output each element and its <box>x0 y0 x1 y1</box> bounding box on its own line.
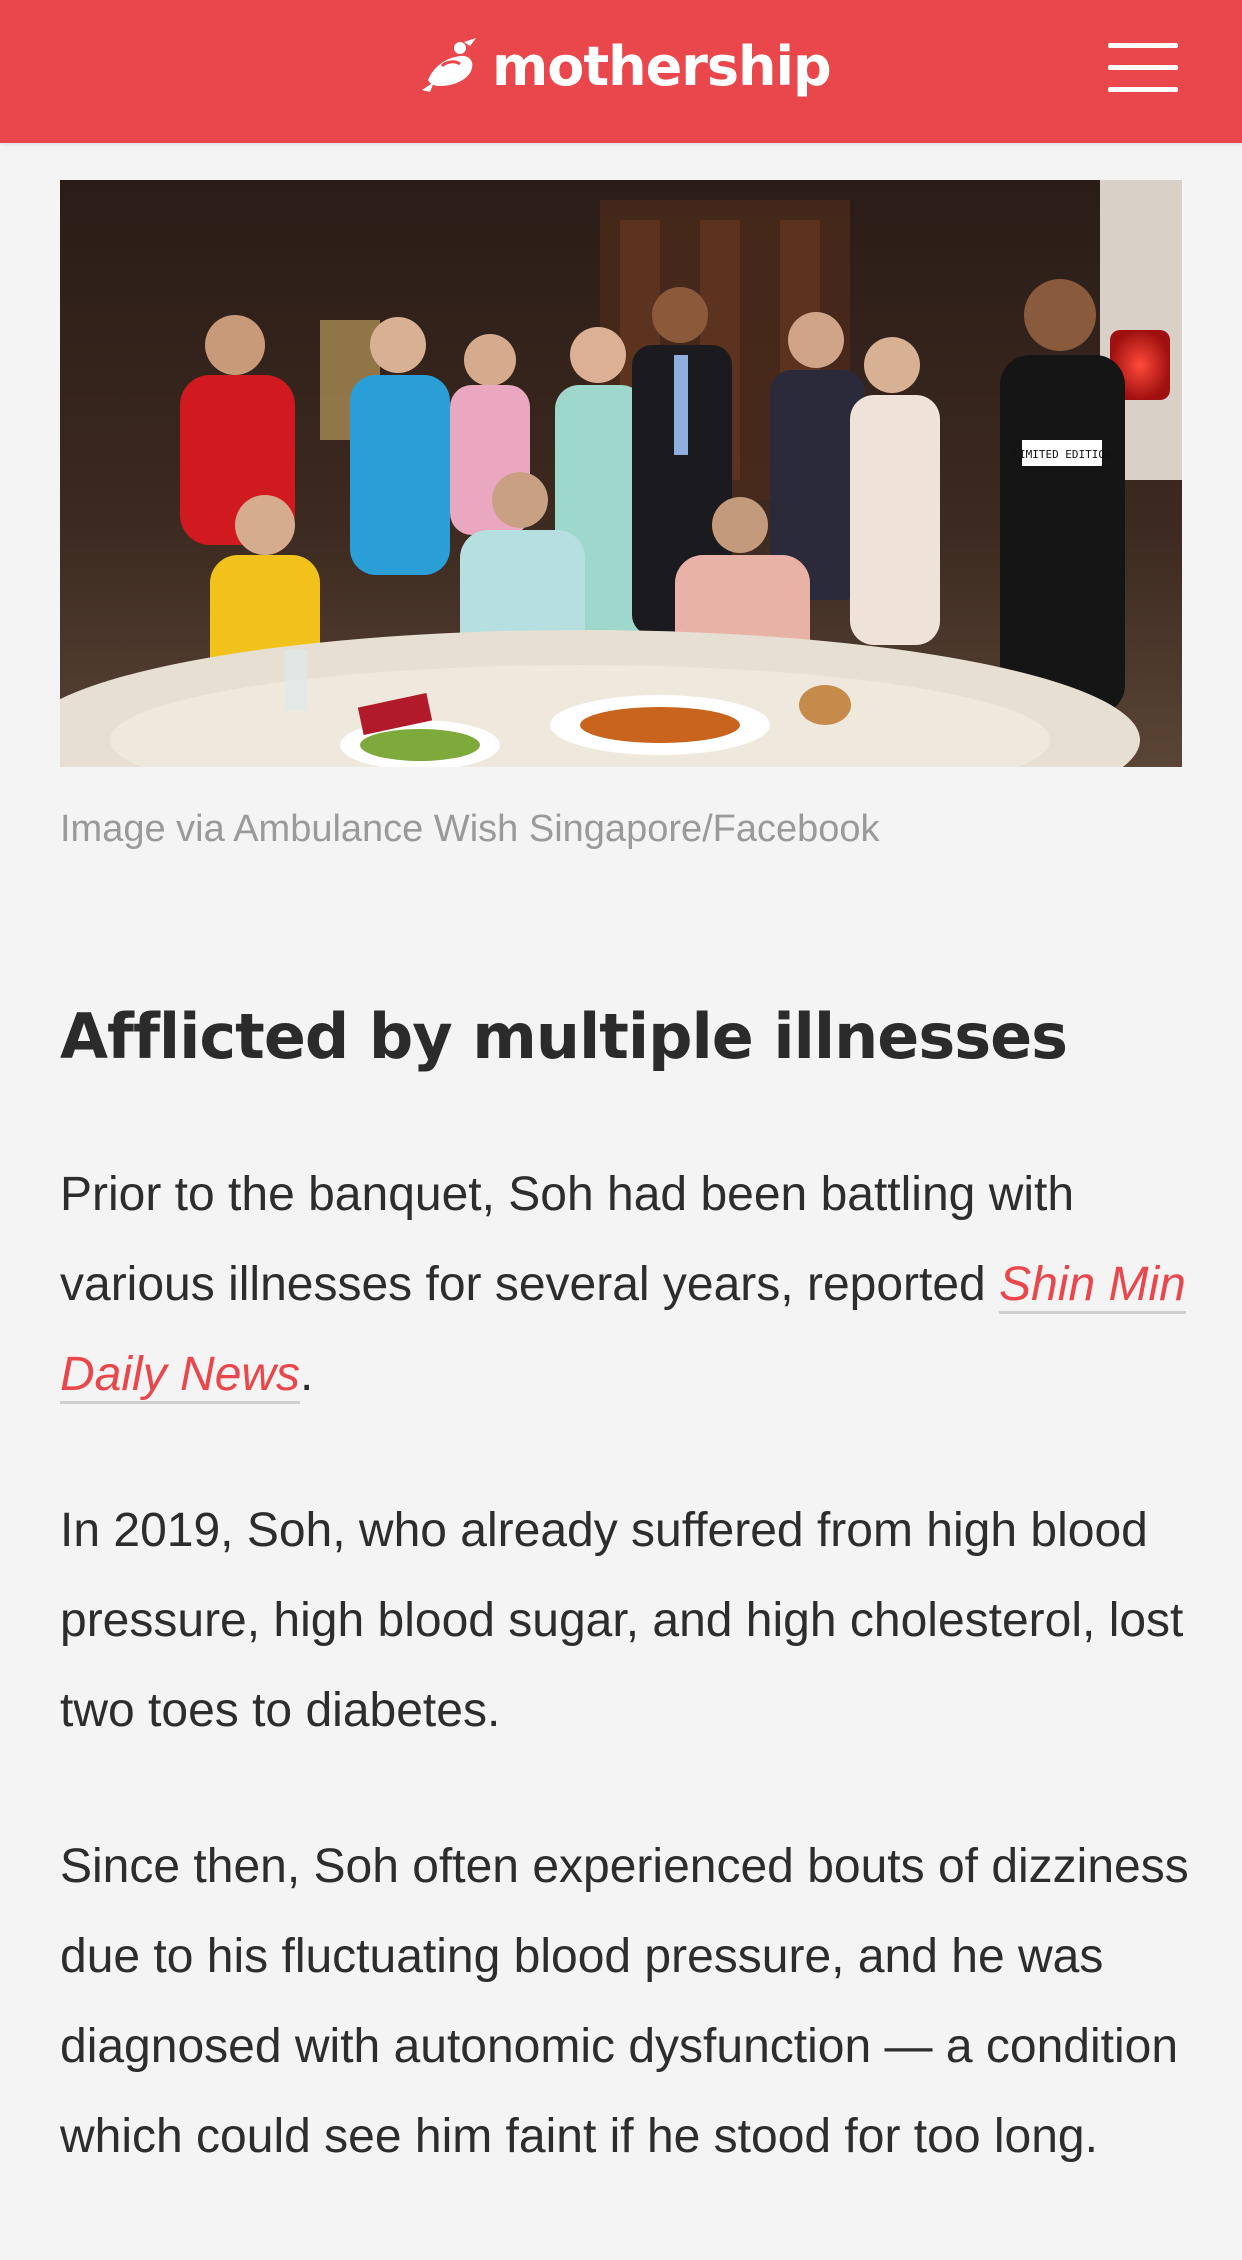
mothership-logo-icon <box>422 38 476 92</box>
shirt-text: LIMITED EDITION <box>1012 448 1111 461</box>
article-photo: LIMITED EDITION <box>60 180 1182 767</box>
article-body: Prior to the banquet, Soh had been battl… <box>60 1150 1190 2248</box>
group-photo-banquet: LIMITED EDITION <box>60 180 1182 767</box>
brand-name: mothership <box>492 34 832 98</box>
paragraph-2: In 2019, Soh, who already suffered from … <box>60 1504 1184 1737</box>
paragraph-1: Prior to the banquet, Soh had been battl… <box>60 1150 1190 1420</box>
section-heading: Afflicted by multiple illnesses <box>60 1000 1068 1073</box>
image-caption: Image via Ambulance Wish Singapore/Faceb… <box>60 808 880 850</box>
paragraph-3: Since then, Soh often experienced bouts … <box>60 1840 1189 2163</box>
menu-line <box>1108 65 1178 70</box>
paragraph-1-end: . <box>300 1348 314 1401</box>
top-nav-bar: mothership <box>0 0 1242 143</box>
paragraph-1-text: Prior to the banquet, Soh had been battl… <box>60 1168 1075 1311</box>
menu-line <box>1108 43 1178 48</box>
menu-line <box>1108 87 1178 92</box>
site-logo[interactable]: mothership <box>420 30 832 102</box>
hamburger-menu-icon[interactable] <box>1104 38 1182 98</box>
